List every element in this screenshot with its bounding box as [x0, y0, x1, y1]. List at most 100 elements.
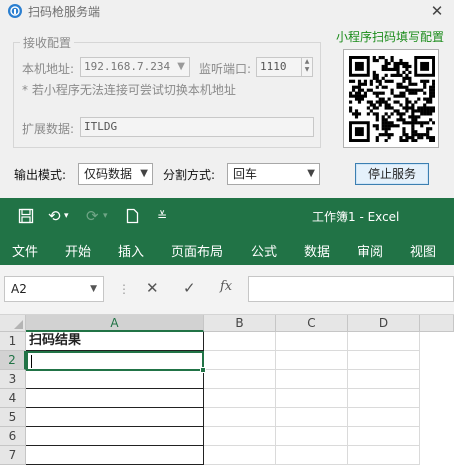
- tab-home[interactable]: 开始: [65, 241, 91, 260]
- port-value: 1110: [260, 60, 287, 73]
- cell-b6[interactable]: [204, 427, 276, 446]
- cancel-icon[interactable]: ✕: [146, 279, 159, 297]
- enter-icon[interactable]: ✓: [183, 279, 196, 297]
- cell-b2[interactable]: [204, 351, 276, 370]
- select-all-button[interactable]: [0, 315, 26, 332]
- tab-review[interactable]: 审阅: [357, 241, 383, 260]
- cell-c1[interactable]: [276, 332, 348, 351]
- cell-c7[interactable]: [276, 446, 348, 465]
- row-header-3[interactable]: 3: [0, 370, 26, 389]
- row-header-4[interactable]: 4: [0, 389, 26, 408]
- undo-dropdown-icon[interactable]: ▾: [64, 206, 69, 226]
- tab-insert[interactable]: 插入: [118, 241, 144, 260]
- spin-arrows-icon[interactable]: ▲ ▼: [301, 58, 312, 76]
- port-stepper[interactable]: 1110 ▲ ▼: [256, 57, 313, 77]
- customize-icon[interactable]: ≚: [157, 206, 167, 226]
- ext-data-label: 扩展数据:: [22, 122, 75, 136]
- cell-a5[interactable]: [26, 408, 204, 427]
- cell-b7[interactable]: [204, 446, 276, 465]
- cell-c2[interactable]: [276, 351, 348, 370]
- receive-config-group: 接收配置 本机地址: 192.168.7.234 ▼ 监听端口: 1110 ▲ ▼…: [13, 34, 321, 148]
- split-mode-select[interactable]: 回车 ▼: [227, 163, 320, 185]
- close-icon[interactable]: ✕: [426, 1, 448, 21]
- name-box-value: A2: [11, 282, 27, 296]
- column-header-a[interactable]: A: [26, 315, 204, 332]
- cell-b3[interactable]: [204, 370, 276, 389]
- cell-b1[interactable]: [204, 332, 276, 351]
- undo-icon[interactable]: ⟲: [48, 206, 61, 226]
- output-mode-select[interactable]: 仅码数据 ▼: [78, 163, 153, 185]
- insert-function-icon[interactable]: fx: [220, 279, 232, 294]
- cell-d6[interactable]: [348, 427, 420, 446]
- cell-a1[interactable]: 扫码结果: [26, 332, 204, 351]
- scanner-service-window: 扫码枪服务端 ✕ 接收配置 本机地址: 192.168.7.234 ▼ 监听端口…: [0, 0, 454, 198]
- split-mode-label: 分割方式:: [163, 168, 216, 182]
- column-header-d[interactable]: D: [348, 315, 420, 332]
- qr-title: 小程序扫码填写配置: [336, 30, 445, 44]
- hint-text: * 若小程序无法连接可尝试切换本机地址: [22, 83, 236, 97]
- column-header-b[interactable]: B: [204, 315, 276, 332]
- cell-a6[interactable]: [26, 427, 204, 446]
- cell-d2[interactable]: [348, 351, 420, 370]
- tab-page-layout[interactable]: 页面布局: [171, 241, 223, 260]
- window-title: 扫码枪服务端: [28, 5, 101, 19]
- title-bar: 扫码枪服务端 ✕: [0, 0, 454, 22]
- row-header-7[interactable]: 7: [0, 446, 26, 465]
- cell-c6[interactable]: [276, 427, 348, 446]
- redo-dropdown-icon[interactable]: ▾: [103, 206, 108, 226]
- local-addr-select[interactable]: 192.168.7.234 ▼: [80, 57, 190, 77]
- redo-icon[interactable]: ⟳: [86, 206, 99, 226]
- save-icon[interactable]: [18, 206, 34, 226]
- tab-file[interactable]: 文件: [12, 241, 38, 260]
- new-file-icon[interactable]: [126, 206, 139, 226]
- cell-b4[interactable]: [204, 389, 276, 408]
- cell-d3[interactable]: [348, 370, 420, 389]
- ext-data-value: ITLDG: [84, 120, 118, 133]
- cell-c5[interactable]: [276, 408, 348, 427]
- cell-d7[interactable]: [348, 446, 420, 465]
- cell-a4[interactable]: [26, 389, 204, 408]
- column-header-partial[interactable]: [420, 315, 454, 332]
- chevron-down-icon: ▼: [140, 168, 148, 179]
- group-title: 接收配置: [20, 34, 75, 51]
- formula-bar: A2 ▼ ⋮ ✕ ✓ fx: [0, 265, 454, 315]
- tab-formulas[interactable]: 公式: [251, 241, 277, 260]
- chevron-down-icon: ▼: [177, 61, 185, 72]
- app-icon: [8, 4, 22, 18]
- cell-a3[interactable]: [26, 370, 204, 389]
- formula-bar-grip[interactable]: ⋮: [118, 282, 130, 296]
- tab-data[interactable]: 数据: [304, 241, 330, 260]
- qr-code-frame: [343, 49, 439, 148]
- formula-input[interactable]: [248, 276, 454, 302]
- row-header-6[interactable]: 6: [0, 427, 26, 446]
- name-box[interactable]: A2 ▼: [4, 276, 104, 302]
- tab-view[interactable]: 视图: [410, 241, 436, 260]
- cell-c4[interactable]: [276, 389, 348, 408]
- active-cell-cursor[interactable]: [26, 351, 206, 373]
- ribbon-tabs: 文件 开始 插入 页面布局 公式 数据 审阅 视图: [0, 235, 454, 265]
- port-label: 监听端口:: [199, 62, 252, 76]
- row-header-2[interactable]: 2: [0, 351, 26, 370]
- cell-a7[interactable]: [26, 446, 204, 465]
- split-mode-value: 回车: [233, 167, 258, 181]
- text-caret: [31, 355, 32, 368]
- row-header-5[interactable]: 5: [0, 408, 26, 427]
- cell-c3[interactable]: [276, 370, 348, 389]
- row-header-1[interactable]: 1: [0, 332, 26, 351]
- output-mode-label: 输出模式:: [14, 168, 67, 182]
- cell-d1[interactable]: [348, 332, 420, 351]
- output-mode-value: 仅码数据: [84, 167, 133, 181]
- local-addr-value: 192.168.7.234: [84, 60, 171, 73]
- ext-data-field[interactable]: ITLDG: [80, 117, 314, 137]
- chevron-down-icon: ▼: [90, 284, 97, 294]
- fill-handle[interactable]: [200, 367, 206, 373]
- cell-b5[interactable]: [204, 408, 276, 427]
- excel-title-bar: ⟲ ▾ ⟳ ▾ ≚ 工作簿1 - Excel: [0, 198, 454, 235]
- local-addr-label: 本机地址:: [22, 62, 75, 76]
- select-all-icon: [14, 320, 23, 329]
- column-header-c[interactable]: C: [276, 315, 348, 332]
- stop-service-button[interactable]: 停止服务: [355, 163, 429, 185]
- cell-d5[interactable]: [348, 408, 420, 427]
- cell-d4[interactable]: [348, 389, 420, 408]
- qr-code-icon: [349, 56, 435, 142]
